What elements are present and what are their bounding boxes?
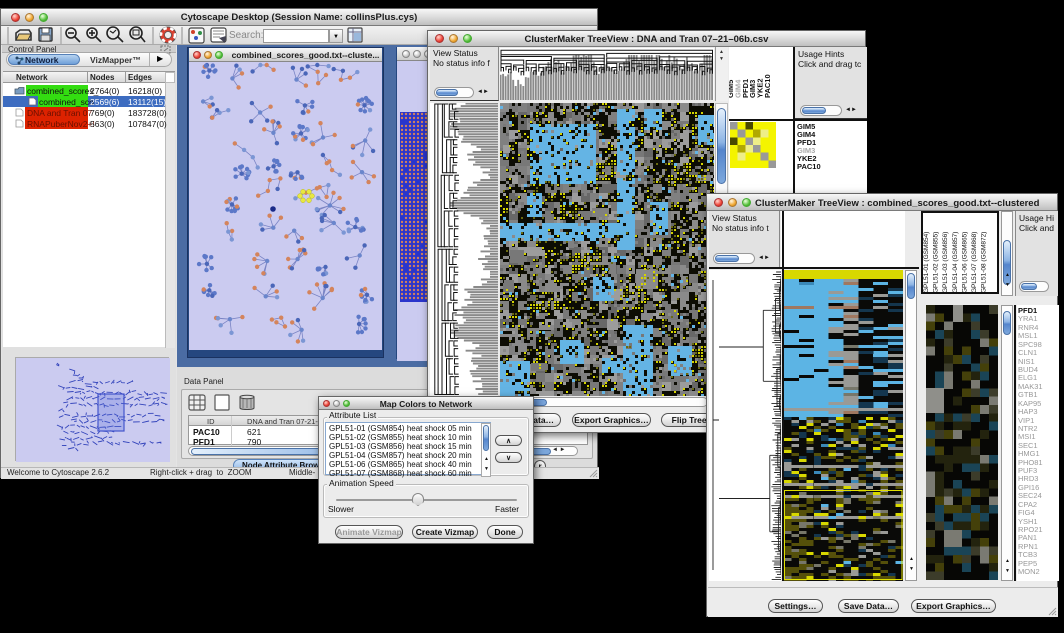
svg-text:GPL51-03 (GSM856): GPL51-03 (GSM856) <box>942 232 949 293</box>
svg-text:PAC10: PAC10 <box>763 74 772 98</box>
svg-text:GPL51-02 (GSM855): GPL51-02 (GSM855) <box>933 232 940 293</box>
svg-text:GPL51-06 (GSM865): GPL51-06 (GSM865) <box>961 232 968 293</box>
svg-text:GPL51-07 (GSM868): GPL51-07 (GSM868) <box>971 232 978 293</box>
svg-text:GPL51-08 (GSM872): GPL51-08 (GSM872) <box>981 232 988 293</box>
svg-text:GPL51-01 (GSM854): GPL51-01 (GSM854) <box>923 232 930 293</box>
svg-text:GPL51-04 (GSM857): GPL51-04 (GSM857) <box>952 232 959 293</box>
